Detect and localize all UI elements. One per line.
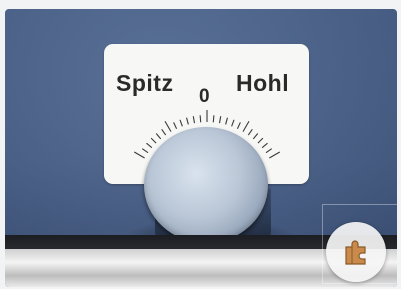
scale-tick: [212, 115, 215, 123]
scale-tick: [218, 116, 222, 124]
scale-tick: [164, 120, 172, 132]
scale-tick: [155, 133, 162, 140]
scale-tick: [225, 117, 228, 125]
scale-tick: [199, 115, 202, 123]
scale-tick: [173, 122, 178, 129]
product-photo: Spitz 0 Hohl: [5, 9, 397, 287]
scale-tick: [161, 128, 167, 136]
label-hohl: Hohl: [236, 70, 290, 96]
scale-tick: [261, 142, 268, 149]
zoom-button[interactable]: [326, 222, 386, 282]
scale-tick: [150, 137, 157, 144]
puzzle-piece-icon: [345, 240, 366, 265]
scale-tick: [257, 137, 264, 144]
scale-tick: [236, 122, 241, 129]
scale-tick: [186, 117, 189, 125]
scale-tick: [141, 148, 149, 154]
label-spitz: Spitz: [116, 70, 174, 96]
scale-tick: [192, 116, 196, 124]
scale-tick: [231, 119, 235, 127]
adjustment-knob: [144, 127, 268, 243]
scale-tick: [252, 133, 259, 140]
scale-tick: [179, 119, 183, 127]
scale-tick: [265, 148, 273, 154]
scale-tick: [247, 128, 253, 136]
scale-tick: [146, 142, 153, 149]
scale-tick: [133, 151, 145, 159]
scale-tick: [242, 120, 250, 132]
label-zero: 0: [199, 86, 210, 107]
scale-tick: [269, 151, 281, 159]
